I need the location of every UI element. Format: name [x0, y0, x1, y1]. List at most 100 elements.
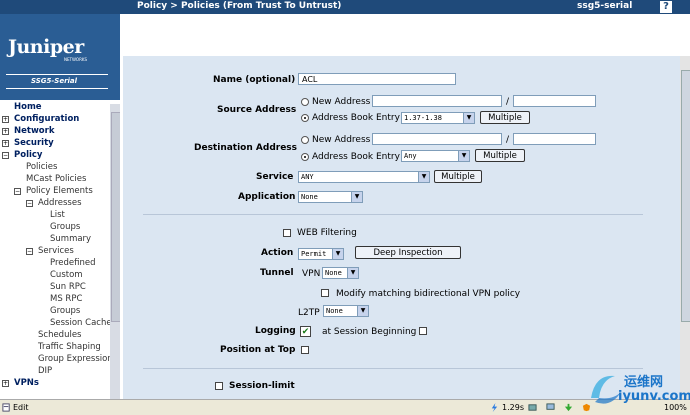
nav-sun-rpc[interactable]: Sun RPC — [50, 282, 86, 292]
dest-address-book-label: Address Book Entry — [312, 152, 400, 162]
session-limit-checkbox[interactable] — [215, 382, 223, 390]
expand-icon[interactable]: + — [2, 140, 9, 147]
dropdown-arrow-icon: ▼ — [458, 151, 469, 161]
watermark-url: iyunv.com — [618, 389, 690, 404]
collapse-icon[interactable]: − — [26, 248, 33, 255]
section-divider — [143, 214, 643, 215]
device-name: ssg5-serial — [577, 1, 633, 11]
expand-icon[interactable]: + — [2, 116, 9, 123]
l2tp-label: L2TP — [298, 308, 320, 318]
collapse-icon[interactable]: − — [26, 200, 33, 207]
nav-ms-rpc[interactable]: MS RPC — [50, 294, 82, 304]
expand-icon[interactable]: + — [2, 128, 9, 135]
nav-vpns[interactable]: VPNs — [14, 378, 39, 388]
vpn-label: VPN — [302, 269, 321, 279]
modify-bidir-vpn-checkbox[interactable] — [321, 289, 329, 297]
monitor-icon — [546, 403, 555, 410]
source-address-book-select[interactable]: 1.37-1.38 ▼ — [401, 112, 475, 124]
application-select[interactable]: None ▼ — [298, 191, 363, 203]
dropdown-arrow-icon: ▼ — [357, 306, 368, 316]
nav-dip[interactable]: DIP — [38, 366, 52, 376]
dest-address-book-select[interactable]: Any ▼ — [401, 150, 470, 162]
position-at-top-label: Position at Top — [220, 345, 296, 355]
source-new-address-mask-input[interactable] — [513, 95, 596, 107]
dest-new-address-label: New Address — [312, 135, 371, 145]
select-value: Any — [404, 152, 417, 160]
select-value: None — [301, 193, 318, 201]
nav-address-summary[interactable]: Summary — [50, 234, 91, 244]
web-filtering-checkbox[interactable] — [283, 229, 291, 237]
application-label: Application — [238, 192, 296, 202]
select-value: 1.37-1.38 — [404, 114, 442, 122]
dest-new-address-radio[interactable] — [301, 136, 309, 144]
deep-inspection-button[interactable]: Deep Inspection — [355, 246, 461, 259]
logo-divider — [6, 74, 108, 75]
nav-session-cache[interactable]: Session Cache — [50, 318, 112, 328]
select-value: None — [326, 307, 343, 315]
name-input[interactable]: ACL — [298, 73, 456, 85]
nav-predefined[interactable]: Predefined — [50, 258, 96, 268]
nav-traffic-shaping[interactable]: Traffic Shaping — [38, 342, 101, 352]
session-limit-label: Session-limit — [229, 381, 295, 391]
source-multiple-button[interactable]: Multiple — [480, 111, 530, 124]
source-address-book-radio[interactable] — [301, 114, 309, 122]
nav-group-expression[interactable]: Group Expression — [38, 354, 113, 364]
vpn-select[interactable]: None ▼ — [322, 267, 359, 279]
service-select[interactable]: ANY ▼ — [298, 171, 430, 183]
lightning-icon — [491, 403, 498, 412]
nav-schedules[interactable]: Schedules — [38, 330, 82, 340]
scrollbar-thumb[interactable] — [111, 112, 120, 322]
logo-sub: NETWORKS — [64, 57, 88, 62]
top-header-bar: Policy > Policies (From Trust To Untrust… — [0, 0, 690, 14]
nav-service-groups[interactable]: Groups — [50, 306, 80, 316]
nav-policy[interactable]: Policy — [14, 150, 42, 160]
name-label: Name (optional) — [213, 75, 296, 85]
nav-policy-elements[interactable]: Policy Elements — [26, 186, 93, 196]
action-select[interactable]: Permit ▼ — [298, 248, 344, 260]
nav-configuration[interactable]: Configuration — [14, 114, 79, 124]
destination-address-label: Destination Address — [194, 143, 298, 153]
juniper-logo: Juniper NETWORKS SSG5-Serial — [0, 14, 120, 100]
nav-mcast-policies[interactable]: MCast Policies — [26, 174, 86, 184]
nav-address-list[interactable]: List — [50, 210, 65, 220]
page-edit-icon — [2, 403, 10, 412]
source-new-address-radio[interactable] — [301, 98, 309, 106]
help-icon[interactable]: ? — [660, 1, 672, 13]
nav-network[interactable]: Network — [14, 126, 54, 136]
section-divider — [143, 368, 643, 369]
nav-services[interactable]: Services — [38, 246, 74, 256]
at-session-beginning-checkbox[interactable] — [419, 327, 427, 335]
collapse-icon[interactable]: − — [14, 188, 21, 195]
nav-policies[interactable]: Policies — [26, 162, 57, 172]
nav-address-groups[interactable]: Groups — [50, 222, 80, 232]
nav-custom[interactable]: Custom — [50, 270, 83, 280]
l2tp-select[interactable]: None ▼ — [323, 305, 369, 317]
device-model: SSG5-Serial — [30, 77, 78, 85]
dropdown-arrow-icon: ▼ — [332, 249, 343, 259]
service-multiple-button[interactable]: Multiple — [434, 170, 482, 183]
main-vertical-scrollbar[interactable] — [680, 56, 690, 399]
position-at-top-checkbox[interactable] — [301, 346, 309, 354]
modify-bidir-vpn-label: Modify matching bidirectional VPN policy — [336, 289, 521, 299]
action-label: Action — [261, 248, 294, 258]
watermark-cn: 运维网 — [624, 375, 664, 390]
dest-address-book-radio[interactable] — [301, 153, 309, 161]
dest-new-address-ip-input[interactable] — [372, 133, 502, 145]
nav-security[interactable]: Security — [14, 138, 54, 148]
nav-home[interactable]: Home — [14, 102, 42, 112]
select-value: None — [325, 269, 342, 277]
source-new-address-ip-input[interactable] — [372, 95, 502, 107]
site-watermark: 运维网 iyunv.com — [585, 368, 690, 412]
expand-icon[interactable]: + — [2, 380, 9, 387]
sidebar: Juniper NETWORKS SSG5-Serial Home + Conf… — [0, 14, 120, 399]
nav-addresses[interactable]: Addresses — [38, 198, 82, 208]
dropdown-arrow-icon: ▼ — [347, 268, 358, 278]
collapse-icon[interactable]: − — [2, 152, 9, 159]
logging-checkbox[interactable]: ✔ — [300, 326, 311, 337]
scrollbar-thumb[interactable] — [681, 70, 690, 322]
dropdown-arrow-icon: ▼ — [418, 172, 429, 182]
dest-new-address-mask-input[interactable] — [513, 133, 596, 145]
tunnel-label: Tunnel — [260, 268, 294, 278]
dest-multiple-button[interactable]: Multiple — [475, 149, 525, 162]
sidebar-vertical-scrollbar[interactable] — [110, 104, 120, 399]
